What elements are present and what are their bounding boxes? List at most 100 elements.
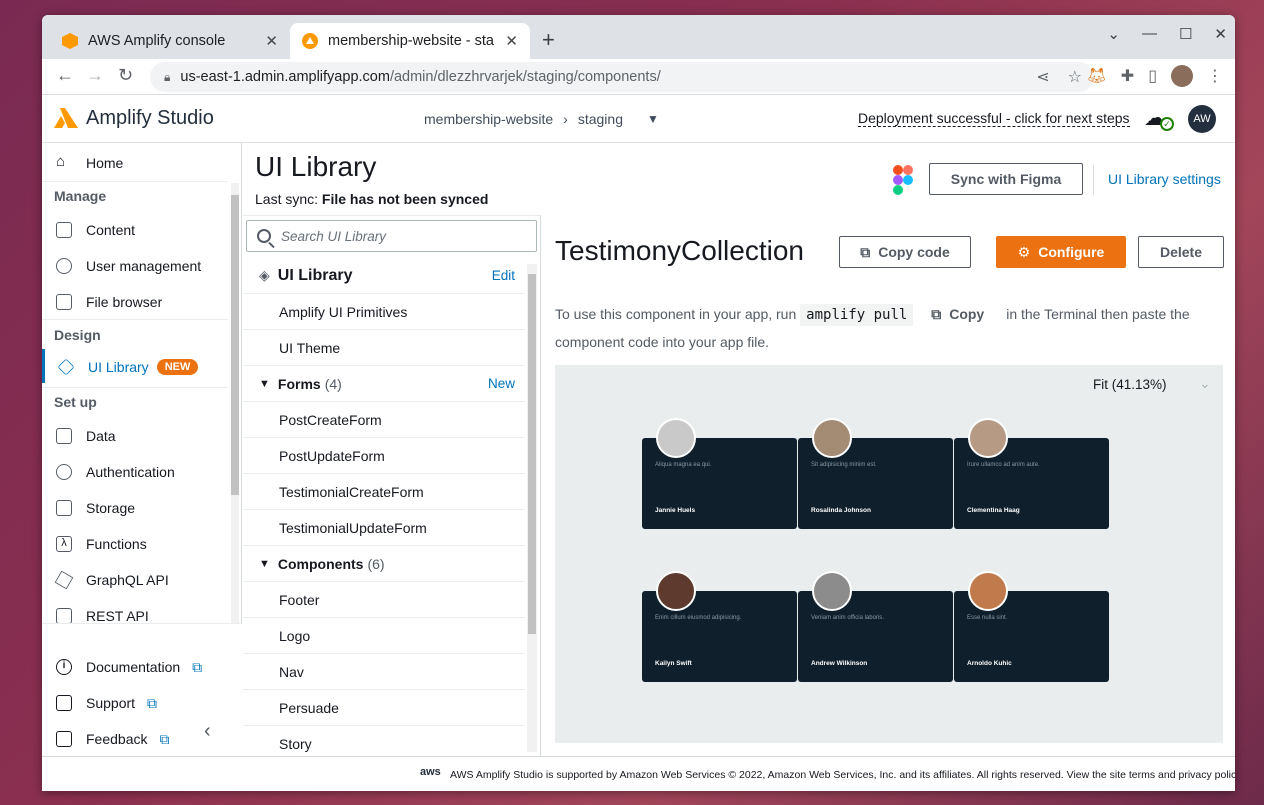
search-placeholder: Search UI Library — [281, 228, 387, 244]
content-icon — [56, 222, 72, 238]
reload-icon[interactable]: ↻ — [118, 65, 133, 86]
back-icon[interactable]: ← — [56, 65, 74, 86]
sidebar-item-label: File browser — [86, 294, 163, 310]
component-preview: Fit (41.13%) ⌄ Aliqua magna ea qui. Jann… — [555, 365, 1223, 743]
data-model-icon — [56, 428, 72, 444]
list-item[interactable]: Persuade — [243, 690, 525, 726]
url-host: us-east-1.admin.amplifyapp.com — [180, 69, 390, 85]
sidebar-item-ui-library[interactable]: UI Library NEW — [57, 357, 199, 377]
avatar — [968, 571, 1008, 611]
user-avatar[interactable]: AW — [1188, 105, 1216, 133]
share-icon[interactable]: ⋖ — [1036, 67, 1049, 87]
sidebar-scrollbar[interactable] — [231, 183, 239, 643]
list-item[interactable]: TestimonialUpdateForm — [243, 510, 525, 546]
list-item[interactable]: PostCreateForm — [243, 402, 525, 438]
extensions-puzzle-icon[interactable]: ✚ — [1121, 66, 1134, 86]
copy-command-button[interactable]: ⧉ Copy — [931, 306, 984, 322]
last-sync: Last sync: File has not been synced — [255, 191, 488, 207]
list-item[interactable]: TestimonialCreateForm — [243, 474, 525, 510]
aws-favicon-icon — [62, 33, 78, 49]
amplify-favicon-icon — [302, 33, 318, 49]
sidebar-item-authentication[interactable]: Authentication — [56, 462, 175, 482]
card-name: Clementina Haag — [967, 507, 1020, 514]
forward-icon[interactable]: → — [86, 65, 104, 86]
close-icon[interactable]: ✕ — [265, 32, 278, 50]
breadcrumb-env[interactable]: staging — [578, 111, 623, 127]
command-code: amplify pull — [800, 304, 914, 326]
divider — [42, 387, 228, 388]
list-item[interactable]: Nav — [243, 654, 525, 690]
sidebar-item-user-management[interactable]: User management — [56, 256, 201, 276]
new-tab-icon[interactable]: + — [542, 27, 555, 53]
last-sync-value: File has not been synced — [321, 191, 489, 207]
list-item[interactable]: Footer — [243, 582, 525, 618]
sidebar-item-data[interactable]: Data — [56, 426, 116, 446]
bookmark-star-icon[interactable]: ☆ — [1068, 67, 1082, 87]
zoom-level[interactable]: Fit (41.13%) — [1093, 377, 1167, 392]
sidebar-item-home[interactable]: ⌂ Home — [56, 153, 123, 173]
diamond-grid-icon — [57, 358, 75, 376]
chevron-down-icon[interactable]: ⌄ — [1107, 25, 1120, 43]
folder-icon — [56, 500, 72, 516]
more-menu-icon[interactable]: ⋮ — [1207, 66, 1223, 86]
footer-text: AWS Amplify Studio is supported by Amazo… — [450, 769, 1235, 781]
tab-amplify-console[interactable]: AWS Amplify console ✕ — [50, 23, 290, 59]
omnibox-actions: ⋖ ☆ — [1036, 67, 1082, 87]
list-item[interactable]: Amplify UI Primitives — [243, 294, 525, 330]
copy-code-button[interactable]: ⧉ Copy code — [839, 236, 971, 268]
new-form-link[interactable]: New — [488, 376, 515, 391]
sidebar-item-documentation[interactable]: i Documentation ⧉ — [56, 657, 202, 677]
divider — [42, 319, 228, 320]
configure-button[interactable]: ⚙ Configure — [996, 236, 1126, 268]
sync-figma-button[interactable]: Sync with Figma — [929, 163, 1083, 195]
sidebar-item-functions[interactable]: λ Functions — [56, 534, 147, 554]
avatar — [968, 418, 1008, 458]
card-quote: Veniam anim officia laboris. — [811, 615, 884, 621]
ui-library-settings-link[interactable]: UI Library settings — [1108, 171, 1221, 187]
card-quote: Sit adipisicing minim est. — [811, 462, 877, 468]
tab-membership-website[interactable]: membership-website - sta ✕ — [290, 23, 530, 59]
list-group-components[interactable]: ▼ Components (6) — [243, 546, 525, 582]
sidebar-item-label: Data — [86, 428, 116, 444]
search-input[interactable]: Search UI Library — [246, 220, 537, 252]
scrollbar-thumb[interactable] — [231, 195, 239, 495]
sidebar-item-content[interactable]: Content — [56, 220, 135, 240]
home-icon: ⌂ — [56, 153, 66, 170]
list-item[interactable]: Logo — [243, 618, 525, 654]
info-icon: i — [56, 659, 72, 675]
maximize-icon[interactable]: ☐ — [1179, 25, 1192, 43]
chevron-down-icon[interactable]: ⌄ — [1199, 375, 1211, 392]
rest-api-icon — [56, 608, 72, 624]
env-dropdown-icon[interactable]: ▼ — [647, 112, 659, 126]
breadcrumb: membership-website › staging ▼ — [424, 111, 659, 127]
list-item[interactable]: PostUpdateForm — [243, 438, 525, 474]
deployment-status-link[interactable]: Deployment successful - click for next s… — [858, 110, 1130, 127]
tab-title: membership-website - sta — [328, 33, 494, 49]
side-panel-icon[interactable]: ▯ — [1148, 66, 1157, 86]
delete-button[interactable]: Delete — [1138, 236, 1224, 268]
list-group-forms[interactable]: ▼ Forms (4) New — [243, 366, 525, 402]
profile-avatar[interactable] — [1171, 65, 1193, 87]
close-window-icon[interactable]: ✕ — [1214, 25, 1227, 43]
sidebar-item-file-browser[interactable]: File browser — [56, 292, 162, 312]
list-item[interactable]: UI Theme — [243, 330, 525, 366]
sidebar-item-support[interactable]: Support ⧉ — [56, 693, 157, 713]
edit-link[interactable]: Edit — [492, 268, 515, 283]
caret-down-icon: ▼ — [259, 377, 270, 390]
close-icon[interactable]: ✕ — [505, 32, 518, 50]
collapse-sidebar-icon[interactable]: ‹ — [204, 720, 211, 743]
list-scrollbar[interactable] — [527, 264, 537, 752]
minimize-icon[interactable]: — — [1142, 25, 1157, 43]
scrollbar-thumb[interactable] — [528, 274, 536, 634]
breadcrumb-app[interactable]: membership-website — [424, 111, 553, 127]
address-bar[interactable]: 🔒︎ us-east-1.admin.amplifyapp.com/admin/… — [150, 62, 1094, 92]
sidebar-item-feedback[interactable]: Feedback ⧉ — [56, 729, 169, 749]
card-quote: Esse nulla sint. — [967, 615, 1008, 621]
card-name: Rosalinda Johnson — [811, 507, 871, 514]
external-link-icon: ⧉ — [147, 694, 158, 711]
list-root-ui-library[interactable]: ◈ UI Library Edit — [243, 258, 525, 294]
aws-logo: aws — [420, 766, 441, 778]
metamask-icon[interactable]: 🦊︎ — [1086, 66, 1106, 86]
sidebar-item-storage[interactable]: Storage — [56, 498, 135, 518]
sidebar-item-graphql-api[interactable]: GraphQL API — [54, 570, 169, 590]
